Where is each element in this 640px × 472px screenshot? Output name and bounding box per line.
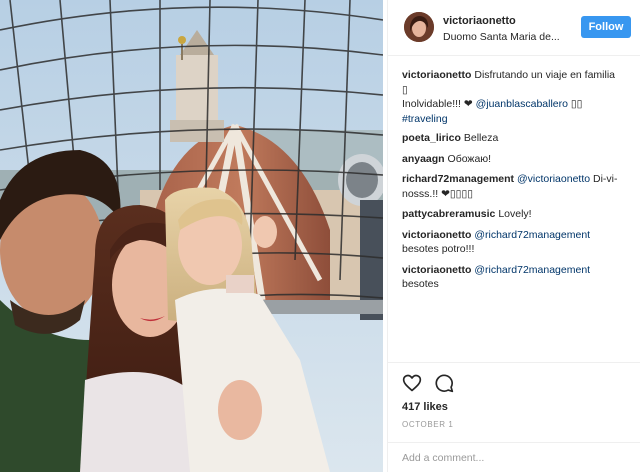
comment-username[interactable]: victoriaonetto (402, 229, 471, 241)
caption-mention[interactable]: @juanblascaballero (476, 98, 568, 110)
like-count[interactable]: 417 likes (402, 401, 448, 413)
caption-text-2: Inolvidable!!! ❤ (402, 98, 473, 110)
post-photo[interactable] (0, 0, 383, 472)
comment-text: besotes potro!!! (402, 243, 475, 255)
comment-text: Обожаю! (447, 152, 492, 165)
speech-bubble-icon[interactable] (434, 373, 454, 393)
comment-text: Lovely! (498, 208, 532, 220)
header-username[interactable]: victoriaonetto (443, 15, 516, 27)
comment-item: poeta_lirico Belleza (402, 131, 632, 146)
comment-username[interactable]: pattycabreramusic (402, 208, 495, 220)
add-comment-bar (388, 442, 640, 472)
comment-item: richard72management @victoriaonetto Di-v… (402, 172, 632, 201)
comment-item: victoriaonetto @richard72management beso… (402, 263, 632, 292)
post-side-panel: victoriaonetto Duomo Santa Maria de... F… (387, 0, 640, 472)
comment-item: anyaagn Обожаю! (402, 152, 632, 167)
comment-username[interactable]: poeta_lirico (402, 132, 461, 144)
avatar-image (404, 12, 434, 42)
comment-username[interactable]: victoriaonetto (402, 264, 471, 276)
comment-mention[interactable]: @victoriaonetto (517, 173, 590, 185)
instagram-post: victoriaonetto Duomo Santa Maria de... F… (0, 0, 640, 472)
selfie-image (0, 0, 383, 472)
comment-username[interactable]: richard72management (402, 173, 514, 185)
comment-username[interactable]: anyaagn (402, 153, 445, 165)
comment-mention[interactable]: @richard72management (474, 264, 590, 276)
action-bar: 417 likes OCTOBER 1 (388, 362, 640, 442)
caption-hashtag[interactable]: #traveling (402, 113, 448, 125)
comment-text: Belleza (463, 132, 499, 144)
post-date[interactable]: OCTOBER 1 (402, 420, 454, 429)
heart-outline-icon[interactable] (402, 373, 422, 393)
follow-button[interactable]: Follow (581, 16, 631, 38)
avatar[interactable] (404, 12, 434, 42)
caption-glyph-2: ▯▯ (570, 98, 583, 110)
caption-text: Disfrutando un viaje en familia (474, 69, 616, 81)
comment-mention[interactable]: @richard72management (474, 229, 590, 241)
post-header: victoriaonetto Duomo Santa Maria de... F… (388, 0, 640, 56)
caption: victoriaonetto Disfrutando un viaje en f… (402, 68, 632, 126)
caption-username[interactable]: victoriaonetto (402, 69, 471, 81)
comment-input[interactable] (402, 449, 628, 467)
comment-item: victoriaonetto @richard72management beso… (402, 228, 632, 257)
comment-list: victoriaonetto Disfrutando un viaje en f… (402, 68, 632, 292)
caption-glyph: ▯ (402, 83, 408, 96)
location-link[interactable]: Duomo Santa Maria de... (443, 31, 571, 43)
comment-item: pattycabreramusic Lovely! (402, 207, 632, 222)
comment-text: besotes (402, 278, 439, 290)
